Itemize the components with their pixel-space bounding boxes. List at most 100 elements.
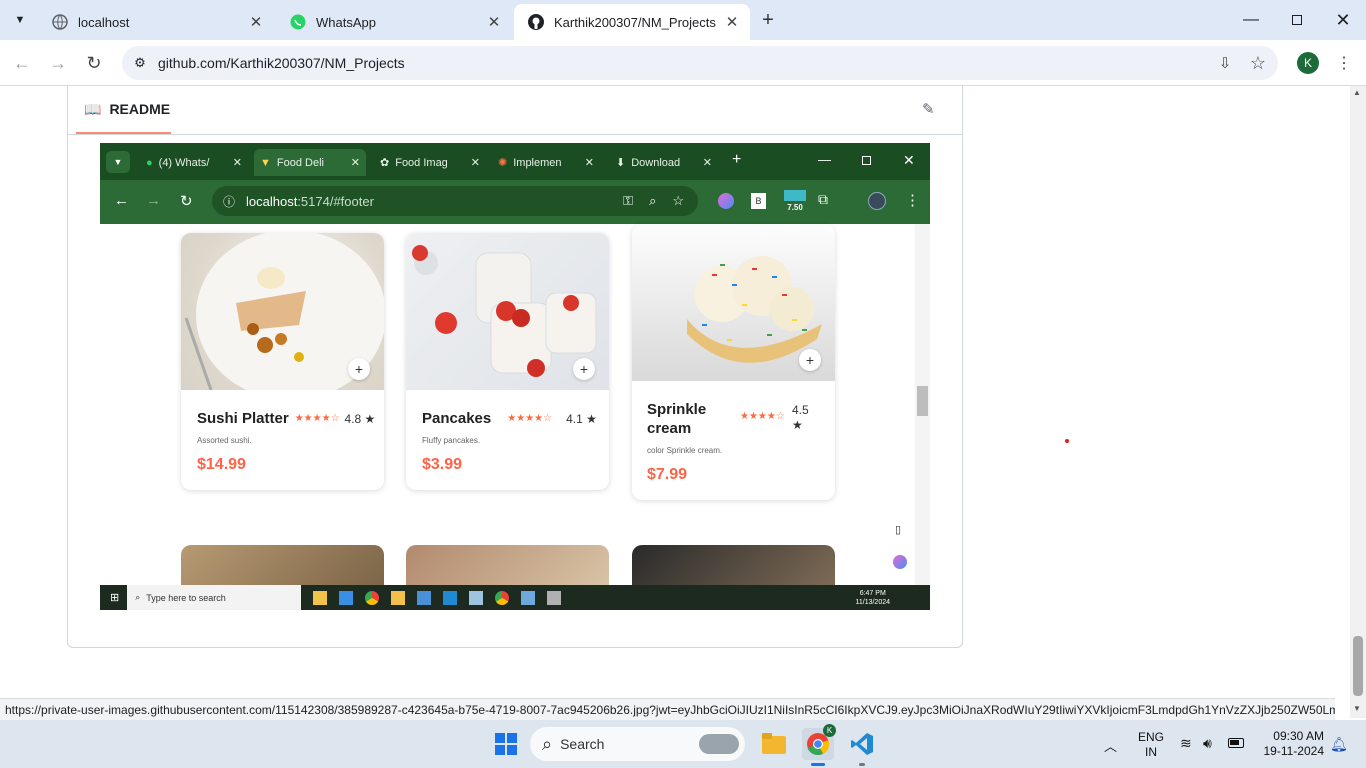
- book-icon: ▯: [895, 524, 902, 536]
- food-card: + Sushi Platter ★★★★☆ 4.8 ★ Assorted sus…: [181, 233, 384, 490]
- address-bar[interactable]: ⚙ github.com/Karthik200307/NM_Projects: [122, 46, 1278, 80]
- extension-brain-icon: [718, 193, 734, 209]
- notification-bell-icon[interactable]: 🔔︎: [1330, 736, 1348, 753]
- readme-tab[interactable]: 📖 README: [76, 86, 171, 134]
- language-indicator[interactable]: ENG IN: [1138, 730, 1164, 760]
- github-icon: [528, 14, 544, 30]
- food-card-partial: [632, 545, 835, 585]
- food-name: Pancakes: [422, 410, 492, 427]
- browser-toolbar: ← → ↻ ⚙ github.com/Karthik200307/NM_Proj…: [0, 40, 1366, 86]
- screenshot-address-bar: ⓘ localhost:5174/#footer ⚿ ⌕ ☆: [212, 186, 698, 216]
- screenshot-tab: ● (4) Whats/ ✕: [140, 149, 248, 176]
- rating-value: 4.5 ★: [792, 403, 809, 432]
- clock[interactable]: 09:30 AM 19-11-2024: [1258, 729, 1325, 759]
- screenshot-food-page: + Sushi Platter ★★★★☆ 4.8 ★ Assorted sus…: [100, 224, 930, 585]
- close-window-button[interactable]: ✕: [1320, 0, 1366, 40]
- vscode-taskbar-icon[interactable]: [846, 728, 878, 760]
- forward-button[interactable]: →: [45, 50, 71, 76]
- back-button[interactable]: ←: [9, 50, 35, 76]
- extensions-puzzle-icon: ⧉: [818, 191, 828, 207]
- file-explorer-icon[interactable]: [758, 728, 790, 760]
- screenshot-tab-title: Download: [631, 156, 681, 169]
- close-icon[interactable]: ✕: [244, 13, 268, 31]
- battery-icon[interactable]: [1228, 738, 1244, 748]
- folder-icon: [391, 590, 406, 605]
- food-price: $3.99: [422, 456, 463, 473]
- scroll-down-arrow-icon[interactable]: ▼: [1353, 704, 1361, 713]
- food-card: + Sprinkle cream ★★★★☆ 4.5 ★ color Sprin…: [632, 224, 835, 500]
- screenshot-tab: ✿ Food Imag ✕: [374, 149, 486, 176]
- tab-whatsapp[interactable]: WhatsApp ✕: [276, 4, 512, 40]
- wifi-icon[interactable]: ≋: [1180, 735, 1192, 752]
- tab-search-button[interactable]: ▼: [6, 8, 34, 32]
- back-icon: ←: [114, 192, 129, 209]
- show-hidden-icons[interactable]: ︿: [1104, 736, 1117, 755]
- install-app-icon[interactable]: ⇩: [1212, 50, 1238, 76]
- menu-icon[interactable]: ⋮: [1331, 50, 1357, 76]
- address-text: github.com/Karthik200307/NM_Projects: [158, 55, 405, 71]
- restore-button[interactable]: [1274, 0, 1320, 40]
- book-icon: 📖: [84, 100, 102, 117]
- extension-brain-icon: [893, 555, 907, 569]
- app-icon: [469, 590, 484, 605]
- zoom-icon: ⌕: [649, 193, 657, 208]
- card-header: Pancakes ★★★★☆ 4.1 ★: [422, 409, 602, 428]
- clock-time: 09:30 AM: [1273, 729, 1324, 743]
- extension-badge: 7.50: [784, 190, 806, 212]
- tab-localhost[interactable]: localhost ✕: [38, 4, 274, 40]
- region-code: IN: [1145, 745, 1157, 759]
- clock-date: 11/13/2024: [855, 598, 890, 606]
- food-description: color Sprinkle cream.: [647, 446, 723, 455]
- screenshot-tab: ✺ Implemen ✕: [492, 149, 600, 176]
- add-icon: +: [573, 358, 595, 380]
- profile-avatar[interactable]: K: [1297, 52, 1319, 74]
- divider: [68, 134, 962, 135]
- screenshot-toolbar: ← → ↻ ⓘ localhost:5174/#footer ⚿ ⌕ ☆ B 7…: [100, 180, 930, 224]
- taskbar-search-box[interactable]: ⌕ Search: [530, 727, 745, 761]
- vscode-icon: [443, 590, 458, 605]
- restore-icon: [862, 156, 871, 165]
- app-icon: [547, 590, 562, 605]
- windows-logo-icon: ⊞: [110, 592, 120, 604]
- search-placeholder: Search: [560, 736, 605, 752]
- page-scrollbar[interactable]: ▲ ▼: [1350, 86, 1366, 718]
- tab-github[interactable]: Karthik200307/NM_Projects ✕: [514, 4, 750, 40]
- link-status-bar: https://private-user-images.githubuserco…: [0, 698, 1335, 720]
- site-info-icon[interactable]: ⚙: [122, 55, 158, 71]
- close-icon[interactable]: ✕: [720, 13, 744, 31]
- new-tab-button[interactable]: +: [756, 8, 780, 32]
- food-description: Assorted sushi.: [197, 436, 252, 445]
- star-rating: ★★★★☆: [294, 413, 340, 424]
- star-icon: ☆: [672, 193, 684, 208]
- scroll-up-arrow-icon[interactable]: ▲: [1353, 88, 1361, 97]
- windows-start-icon[interactable]: [490, 728, 522, 760]
- menu-icon: ⋮: [905, 192, 920, 209]
- add-icon: +: [799, 349, 821, 371]
- chrome-icon: [365, 590, 380, 605]
- language-code: ENG: [1138, 730, 1165, 744]
- browser-tab-bar: ▼ localhost ✕ WhatsApp ✕ Karthik200307/N…: [0, 0, 1366, 40]
- chrome-taskbar-icon[interactable]: K: [802, 724, 836, 760]
- spark-icon: ✺: [498, 157, 508, 169]
- screenshot-tab: ⬇ Download ✕: [610, 149, 718, 176]
- screenshot-taskbar: ⊞ ⌕ Type here to search 6:47 PM 11/13/20…: [100, 585, 930, 610]
- minimize-button[interactable]: —: [1228, 0, 1274, 40]
- avatar: [868, 192, 886, 210]
- search-placeholder: Type here to search: [146, 592, 226, 603]
- search-icon: ⌕: [542, 733, 553, 754]
- volume-icon[interactable]: 🔊︎: [1203, 735, 1212, 752]
- address-path: :5174/#footer: [297, 193, 374, 209]
- close-icon[interactable]: ✕: [482, 13, 506, 31]
- profile-badge: K: [823, 724, 836, 737]
- bookmark-star-icon[interactable]: ☆: [1245, 50, 1271, 76]
- forward-icon: →: [146, 192, 161, 209]
- star-rating: ★★★★☆: [507, 413, 553, 424]
- scrollbar-thumb[interactable]: [1353, 636, 1363, 696]
- readme-screenshot-image: ▼ ● (4) Whats/ ✕ ▼ Food Deli ✕ ✿ Food Imag ✕ ✺…: [100, 143, 930, 610]
- reload-button[interactable]: ↻: [81, 50, 107, 76]
- edit-pencil-icon[interactable]: ✎: [922, 100, 935, 118]
- tab-title: Karthik200307/NM_Projects: [554, 14, 716, 30]
- food-card-partial: [181, 545, 384, 585]
- reload-icon: ↻: [180, 193, 193, 210]
- food-logo-icon: ▼: [260, 156, 271, 169]
